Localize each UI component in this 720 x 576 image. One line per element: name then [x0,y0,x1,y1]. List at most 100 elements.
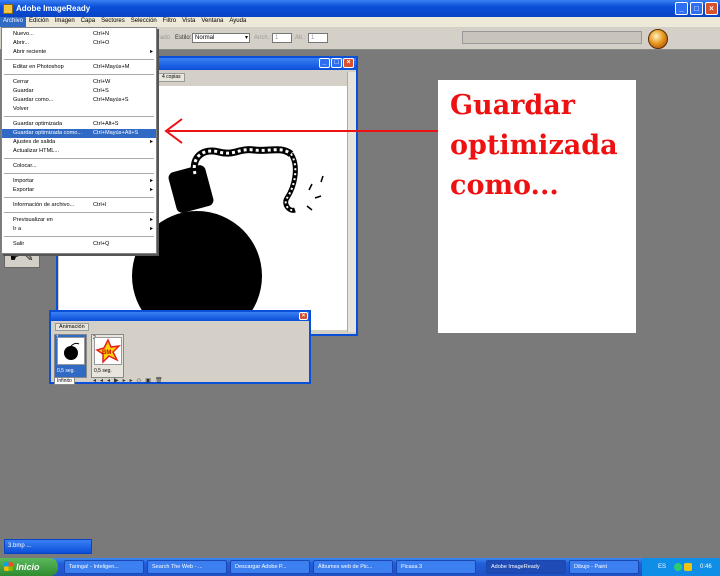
minimize-button[interactable]: _ [675,2,688,15]
taskbar-item[interactable]: Search The Web - ... [147,560,227,574]
alto-label: Alt.: [295,35,306,41]
submenu-arrow-icon: ▸ [150,217,154,223]
tab-4-copias[interactable]: 4 copias [158,73,185,82]
menu-archivo[interactable]: Archivo [0,17,27,27]
tab-animacion[interactable]: Animación [55,323,89,331]
animation-title-bar[interactable] [51,312,309,321]
start-button[interactable]: Inicio [0,558,58,576]
palette-well[interactable] [462,31,642,44]
submenu-arrow-icon: ▸ [150,226,154,232]
menu-separator [4,197,154,198]
menu-separator [4,74,154,75]
frame-thumbnail: BM [94,337,122,365]
menu-vista[interactable]: Vista [179,17,198,27]
menu-sectores[interactable]: Sectores [98,17,128,27]
maximize-button[interactable]: □ [690,2,703,15]
menu-item-label: Ajustes de salida [13,139,56,145]
menu-item-abrir-reciente[interactable]: Abrir reciente ▸ [2,48,156,57]
adobe-online-logo-icon[interactable] [648,29,668,49]
taskbar-item[interactable]: Picasa 3 [396,560,476,574]
options-partial-label: rado [158,35,171,41]
menu-item-ajustes-salida[interactable]: Ajustes de salida ▸ [2,138,156,147]
menu-item-cerrar[interactable]: Cerrar Ctrl+W [2,78,156,87]
menu-edicion[interactable]: Edición [26,17,52,27]
menu-item-guardar-optimizada-como[interactable]: Guardar optimizada como... Ctrl+Mayús+Alt… [2,129,156,138]
menu-item-importar[interactable]: Importar ▸ [2,177,156,186]
taskbar-item[interactable]: Álbumes web de Pic... [313,560,393,574]
menu-item-nuevo[interactable]: Nuevo... Ctrl+N [2,30,156,39]
menu-separator [4,116,154,117]
menu-item-label: Guardar como... [13,97,54,103]
document-vertical-scrollbar[interactable] [347,72,356,332]
taskbar-item-active[interactable]: Adobe ImageReady [486,560,566,574]
red-arrow-annotation [164,118,438,144]
doc-close-button[interactable]: × [343,58,354,68]
taskbar-item[interactable]: Dibujo - Paint [569,560,639,574]
menu-item-editar-photoshop[interactable]: Editar en Photoshop Ctrl+Mayús+M [2,63,156,72]
ancho-label: Anch.: [254,35,272,41]
menu-bar: Archivo Edición Imagen Capa Sectores Sel… [0,17,720,27]
menu-capa[interactable]: Capa [78,17,98,27]
annotation-line: como... [450,170,559,201]
submenu-arrow-icon: ▸ [150,139,154,145]
menu-item-label: Actualizar HTML... [13,148,60,154]
submenu-arrow-icon: ▸ [150,49,154,55]
menu-item-shortcut: Ctrl+W [93,79,111,85]
imageready-app-icon [3,3,13,14]
loop-select[interactable]: Infinito [54,377,75,385]
menu-item-informacion-archivo[interactable]: Información de archivo... Ctrl+I [2,201,156,210]
zoom-tool-icon[interactable]: ✎ [25,253,33,264]
menu-item-guardar-como[interactable]: Guardar como... Ctrl+Mayús+S [2,96,156,105]
animation-frame[interactable]: 1 0,5 seg. [54,334,87,378]
hand-tool-icon[interactable]: ☛ [10,253,19,264]
menu-item-label: Guardar optimizada [13,121,63,127]
chevron-down-icon: ▾ [244,35,248,41]
menu-item-abrir[interactable]: Abrir... Ctrl+O [2,39,156,48]
menu-separator [4,158,154,159]
network-icon[interactable] [674,563,682,571]
menu-ventana[interactable]: Ventana [198,17,226,27]
menu-item-ir-a[interactable]: Ir a ▸ [2,225,156,234]
menu-filtro[interactable]: Filtro [160,17,179,27]
menu-item-shortcut: Ctrl+Q [93,241,110,247]
estilo-select[interactable]: Normal ▾ [192,33,250,43]
animation-frame[interactable]: 2 BM 0,5 seg. [91,334,124,378]
frame-delay[interactable]: 0,5 seg. [57,368,75,374]
menu-item-label: Editar en Photoshop [13,64,64,70]
alto-field[interactable]: 1 [308,33,328,43]
language-indicator[interactable]: ES [658,558,666,576]
animation-palette: × Animación 1 0,5 seg. 2 BM 0,5 seg. Inf… [49,310,311,385]
estilo-value: Normal [195,35,215,41]
submenu-arrow-icon: ▸ [150,187,154,193]
doc-minimize-button[interactable]: _ [319,58,330,68]
annotation-line: optimizada [450,130,618,161]
menu-item-shortcut: Ctrl+Alt+S [93,121,119,127]
menu-item-guardar-optimizada[interactable]: Guardar optimizada Ctrl+Alt+S [2,120,156,129]
minimized-document[interactable]: 3.bmp ... [4,539,92,554]
menu-imagen[interactable]: Imagen [52,17,78,27]
menu-item-label: Colocar... [13,163,37,169]
annotation-text: Guardar optimizada como... [450,86,618,206]
frame-delay[interactable]: 0,5 seg. [94,368,112,374]
menu-ayuda[interactable]: Ayuda [226,17,249,27]
menu-item-exportar[interactable]: Exportar ▸ [2,186,156,195]
menu-item-volver[interactable]: Volver [2,105,156,114]
menu-item-salir[interactable]: Salir Ctrl+Q [2,240,156,249]
close-button[interactable]: × [705,2,718,15]
menu-item-actualizar-html[interactable]: Actualizar HTML... [2,147,156,156]
ancho-field[interactable]: 1 [272,33,292,43]
security-icon[interactable] [684,563,692,571]
start-label: Inicio [16,562,40,572]
taskbar-item[interactable]: Taringa! - Inteligen... [64,560,144,574]
menu-item-guardar[interactable]: Guardar Ctrl+S [2,87,156,96]
minimized-document-title: 3.bmp ... [8,543,32,549]
animation-close-button[interactable]: × [299,312,308,320]
menu-item-colocar[interactable]: Colocar... [2,162,156,171]
menu-item-label: Nuevo... [13,31,34,37]
menu-item-previsualizar[interactable]: Previsualizar en ▸ [2,216,156,225]
menu-seleccion[interactable]: Selección [128,17,160,27]
menu-item-label: Guardar [13,88,34,94]
doc-maximize-button[interactable]: □ [331,58,342,68]
taskbar-item[interactable]: Descargar Adobe P... [230,560,310,574]
animation-playback-controls[interactable]: ◂◂◂▶▸▸◇▣🗑 [93,377,167,384]
